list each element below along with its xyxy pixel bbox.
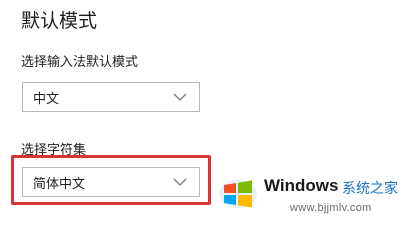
input-mode-label: 选择输入法默认模式 xyxy=(21,55,139,70)
watermark-url: www.bjjmlv.com xyxy=(290,202,372,214)
section-title: 默认模式 xyxy=(21,10,98,32)
highlight-annotation xyxy=(11,155,211,205)
watermark: Windows 系统之家 www.bjjmlv.com xyxy=(218,172,403,218)
input-mode-selected-value: 中文 xyxy=(33,91,60,107)
watermark-brand: Windows xyxy=(264,176,339,195)
chevron-down-icon xyxy=(171,91,189,103)
input-mode-dropdown[interactable]: 中文 xyxy=(22,82,200,112)
watermark-site-name: 系统之家 xyxy=(342,181,398,197)
windows-logo-icon xyxy=(218,176,258,214)
